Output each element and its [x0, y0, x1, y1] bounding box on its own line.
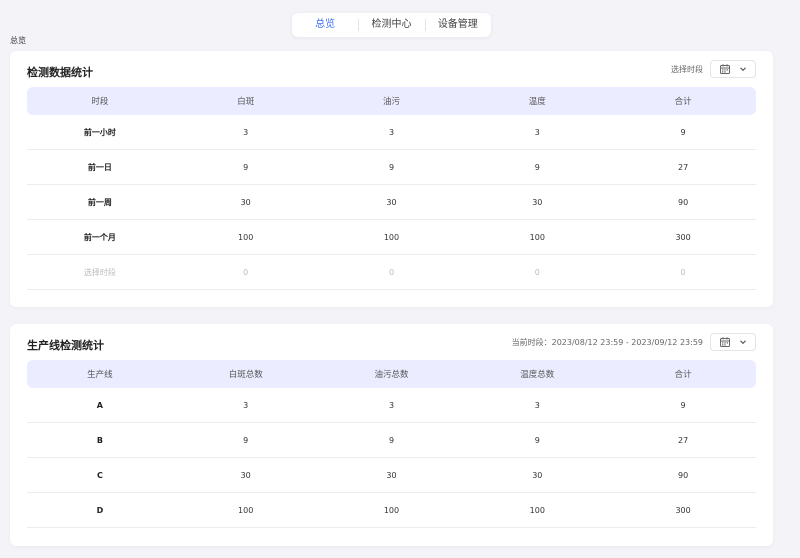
row-label: D [27, 493, 173, 528]
column-header: 合计 [610, 87, 756, 115]
column-header: 白斑总数 [172, 360, 319, 388]
table-cell: 0 [318, 255, 465, 290]
table-cell: 3 [172, 388, 319, 423]
card-title: 检测数据统计 [27, 66, 93, 79]
table-row: B 9 9 9 27 [27, 423, 756, 458]
row-label: B [27, 423, 173, 458]
production-line-stats-card: 生产线检测统计 当前时段：2023/08/12 23:59 - 2023/09/… [10, 324, 773, 546]
table-cell: 3 [318, 388, 465, 423]
table-row: A 3 3 3 9 [27, 388, 756, 423]
row-label: 前一个月 [27, 220, 173, 255]
table-row: D 100 100 100 300 [27, 493, 756, 528]
table-cell: 100 [464, 493, 611, 528]
table-cell: 30 [172, 458, 319, 493]
column-header: 生产线 [27, 360, 173, 388]
table-cell: 3 [172, 115, 319, 150]
table-cell: 100 [318, 493, 465, 528]
table-cell: 30 [464, 458, 611, 493]
column-header: 合计 [610, 360, 756, 388]
table-cell: 9 [464, 150, 611, 185]
period-label: 选择时段 [671, 64, 703, 74]
date-picker-button[interactable] [710, 60, 756, 78]
card-tools: 当前时段：2023/08/12 23:59 - 2023/09/12 23:59 [512, 333, 756, 351]
row-label: 选择时段 [27, 255, 173, 290]
table-row: 前一个月 100 100 100 300 [27, 220, 756, 255]
table-cell: 0 [610, 255, 756, 290]
table-cell: 9 [172, 423, 319, 458]
tab-detection-center[interactable]: 检测中心 [358, 13, 424, 37]
table-cell: 9 [610, 388, 756, 423]
table-cell: 27 [610, 150, 756, 185]
table-cell: 30 [172, 185, 319, 220]
column-header: 温度总数 [464, 360, 611, 388]
current-period-label: 当前时段：2023/08/12 23:59 - 2023/09/12 23:59 [511, 337, 703, 347]
table-cell: 9 [464, 423, 611, 458]
calendar-icon [719, 64, 730, 74]
column-header: 时段 [27, 87, 173, 115]
row-label: 前一小时 [27, 115, 173, 150]
chevron-down-icon [739, 67, 746, 72]
column-header: 油污 [318, 87, 465, 115]
row-label: C [27, 458, 173, 493]
card-tools: 选择时段 [671, 60, 756, 78]
detection-stats-table: 时段 白斑 油污 温度 合计 前一小时 3 3 3 9 前一日 9 9 9 27 [27, 87, 756, 290]
row-label: 前一周 [27, 185, 173, 220]
table-cell: 30 [464, 185, 611, 220]
column-header: 温度 [464, 87, 611, 115]
table-cell: 300 [610, 220, 756, 255]
column-header: 白斑 [172, 87, 319, 115]
table-cell: 100 [464, 220, 611, 255]
row-label: 前一日 [27, 150, 173, 185]
table-row: C 30 30 30 90 [27, 458, 756, 493]
table-cell: 90 [610, 458, 756, 493]
table-cell: 100 [172, 220, 319, 255]
tab-overview[interactable]: 总览 [292, 13, 358, 37]
table-cell: 90 [610, 185, 756, 220]
table-cell: 30 [318, 185, 465, 220]
production-line-stats-table: 生产线 白斑总数 油污总数 温度总数 合计 A 3 3 3 9 B 9 9 9 … [27, 360, 756, 528]
table-cell: 9 [610, 115, 756, 150]
table-row: 前一周 30 30 30 90 [27, 185, 756, 220]
table-cell: 100 [172, 493, 319, 528]
table-row: 前一小时 3 3 3 9 [27, 115, 756, 150]
date-picker-button[interactable] [710, 333, 756, 351]
calendar-icon [719, 337, 730, 347]
table-cell: 3 [464, 388, 611, 423]
table-cell: 0 [172, 255, 319, 290]
breadcrumb: 总览 [10, 36, 26, 45]
table-header-row: 时段 白斑 油污 温度 合计 [27, 87, 756, 115]
table-row: 选择时段 0 0 0 0 [27, 255, 756, 290]
table-cell: 0 [464, 255, 611, 290]
table-cell: 3 [464, 115, 611, 150]
table-row: 前一日 9 9 9 27 [27, 150, 756, 185]
table-cell: 100 [318, 220, 465, 255]
chevron-down-icon [739, 340, 746, 345]
table-cell: 300 [610, 493, 756, 528]
table-header-row: 生产线 白斑总数 油污总数 温度总数 合计 [27, 360, 756, 388]
table-cell: 30 [318, 458, 465, 493]
row-label: A [27, 388, 173, 423]
table-cell: 9 [318, 150, 465, 185]
top-nav: 总览 检测中心 设备管理 [292, 13, 491, 37]
table-cell: 9 [318, 423, 465, 458]
tab-device-management[interactable]: 设备管理 [424, 13, 491, 37]
card-title: 生产线检测统计 [27, 339, 104, 352]
table-cell: 3 [318, 115, 465, 150]
table-cell: 9 [172, 150, 319, 185]
table-cell: 27 [610, 423, 756, 458]
detection-stats-card: 检测数据统计 选择时段 时段 白斑 油污 温度 合计 前一小时 3 3 3 9 … [10, 51, 773, 307]
column-header: 油污总数 [318, 360, 465, 388]
